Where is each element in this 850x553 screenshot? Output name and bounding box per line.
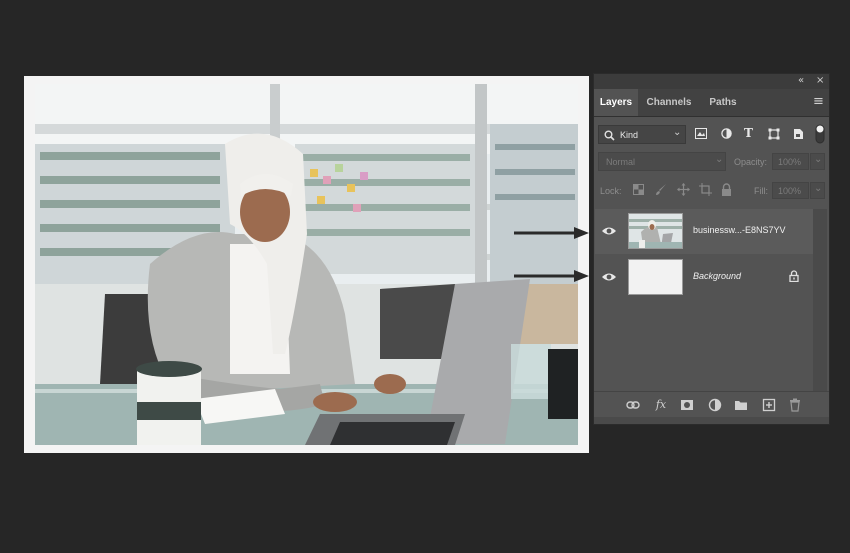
delete-layer-icon[interactable] [788,398,802,412]
office-photo [35,84,578,445]
lock-artboard-icon[interactable] [699,183,712,196]
tab-layers[interactable]: Layers [594,89,638,116]
tab-paths[interactable]: Paths [700,89,746,116]
new-group-icon[interactable] [734,398,748,412]
tab-channels[interactable]: Channels [640,89,698,116]
filter-kind-dropdown[interactable]: Kind ⌄ [598,125,686,144]
fill-dropdown-button[interactable]: ⌄ [810,182,825,199]
lock-image-pixels-icon[interactable] [655,183,667,196]
layer-row-businesswoman[interactable]: businessw...-E8NS7YV [595,209,813,254]
panel-tabs: Layers Channels Paths ≡ [594,89,829,117]
eye-visibility-icon[interactable] [601,271,617,283]
adjustment-filter-icon[interactable] [721,128,732,139]
lock-transparent-pixels-icon[interactable] [633,184,644,195]
layer-row-background[interactable]: Background [595,255,813,300]
blend-mode-dropdown[interactable]: Normal ⌄ [598,152,726,171]
panel-title-bar[interactable]: « × [594,74,829,89]
layers-scrollbar[interactable] [813,209,827,391]
close-panel-icon[interactable]: × [816,75,824,87]
smart-object-filter-icon[interactable] [793,128,804,140]
panel-menu-icon[interactable]: ≡ [813,95,825,109]
fill-value: 100% [778,186,802,196]
search-icon [604,130,615,141]
layer-name[interactable]: Background [693,271,741,281]
add-mask-icon[interactable] [680,398,694,412]
lock-position-icon[interactable] [677,183,690,196]
filter-toggle-icon[interactable] [815,124,825,144]
image-filter-icon[interactable] [695,128,707,139]
arrow-background-layer-icon [514,270,589,282]
lock-all-icon[interactable] [721,183,732,196]
blend-mode-value: Normal [606,157,636,167]
chevron-down-icon: ⌄ [673,127,682,138]
chevron-down-icon: ⌄ [715,154,724,165]
opacity-dropdown-button[interactable]: ⌄ [810,153,825,170]
filter-kind-label: Kind [620,130,639,140]
lock-icon [789,270,799,282]
eye-visibility-icon[interactable] [601,225,617,237]
type-filter-icon[interactable]: T [744,127,753,139]
layer-name[interactable]: businessw...-E8NS7YV [693,225,786,235]
layer-thumbnail-photo [628,213,683,249]
adjustment-layer-icon[interactable] [708,398,722,412]
panel-footer [594,417,829,424]
arrow-top-layer-icon [514,227,589,239]
fill-label: Fill: [754,186,768,196]
chevron-down-icon: ⌄ [814,183,823,194]
collapse-panel-icon[interactable]: « [798,75,804,87]
chevron-down-icon: ⌄ [814,154,823,165]
fx-icon[interactable]: fx [654,398,668,412]
opacity-label: Opacity: [734,157,768,167]
new-layer-icon[interactable] [762,398,776,412]
fill-field[interactable]: 100% [772,182,809,199]
layers-bottom-toolbar: fx [594,391,829,418]
lock-label: Lock: [600,186,622,196]
layer-thumbnail-white [628,259,683,295]
link-layers-icon[interactable] [626,398,640,412]
shape-filter-icon[interactable] [768,128,780,140]
opacity-value: 100% [778,157,802,167]
opacity-field[interactable]: 100% [772,153,809,170]
layers-panel: « × Layers Channels Paths ≡ Kind ⌄ T Nor… [593,73,830,425]
